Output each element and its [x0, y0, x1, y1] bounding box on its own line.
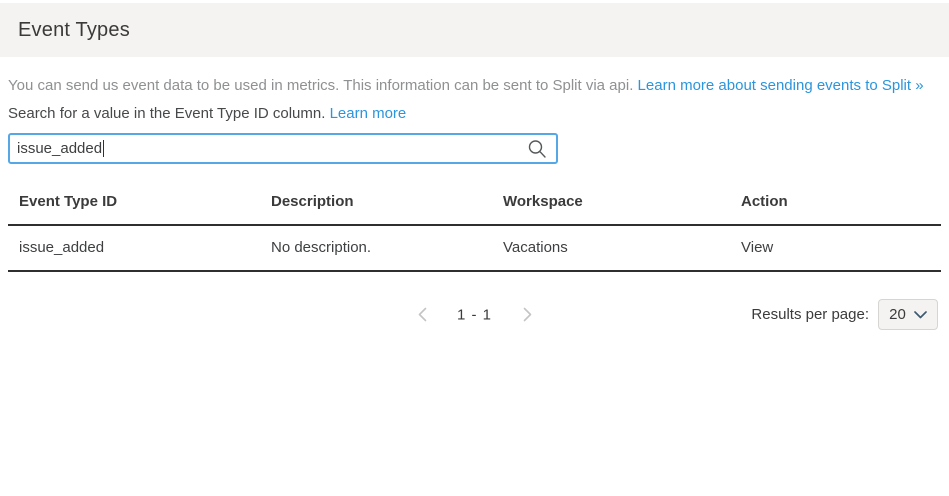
- intro-text: You can send us event data to be used in…: [8, 77, 941, 95]
- learn-more-link[interactable]: Learn more: [330, 105, 407, 122]
- text-caret: [103, 140, 104, 157]
- page-header: Event Types: [0, 3, 949, 57]
- cell-workspace: Vacations: [492, 225, 730, 271]
- learn-more-sending-events-link[interactable]: Learn more about sending events to Split…: [638, 77, 924, 94]
- page-range: 1 - 1: [457, 306, 492, 323]
- column-header-action: Action: [730, 181, 941, 225]
- results-per-page-select[interactable]: 20: [878, 299, 938, 330]
- table-footer: 1 - 1 Results per page: 20: [8, 299, 941, 330]
- chevron-down-icon: [914, 311, 927, 319]
- table-row: issue_added No description. Vacations Vi…: [8, 225, 941, 271]
- search-input[interactable]: issue_added: [8, 133, 558, 164]
- search-hint-text: Search for a value in the Event Type ID …: [8, 105, 941, 123]
- main-content: You can send us event data to be used in…: [0, 77, 949, 330]
- event-types-table: Event Type ID Description Workspace Acti…: [8, 181, 941, 272]
- search-icon[interactable]: [527, 139, 547, 159]
- results-per-page-value: 20: [889, 306, 906, 323]
- view-action-link[interactable]: View: [741, 239, 773, 256]
- column-header-description: Description: [260, 181, 492, 225]
- results-per-page: Results per page: 20: [751, 299, 938, 330]
- column-header-workspace: Workspace: [492, 181, 730, 225]
- results-per-page-label: Results per page:: [751, 306, 869, 323]
- pagination: 1 - 1: [416, 306, 533, 323]
- previous-page-icon[interactable]: [416, 307, 427, 323]
- page-title: Event Types: [18, 19, 130, 42]
- next-page-icon[interactable]: [522, 307, 533, 323]
- cell-event-type-id: issue_added: [8, 225, 260, 271]
- search-input-value: issue_added: [17, 140, 102, 157]
- table-header-row: Event Type ID Description Workspace Acti…: [8, 181, 941, 225]
- cell-description: No description.: [260, 225, 492, 271]
- intro-text-body: You can send us event data to be used in…: [8, 77, 638, 94]
- column-header-event-type-id: Event Type ID: [8, 181, 260, 225]
- search-hint-body: Search for a value in the Event Type ID …: [8, 105, 330, 122]
